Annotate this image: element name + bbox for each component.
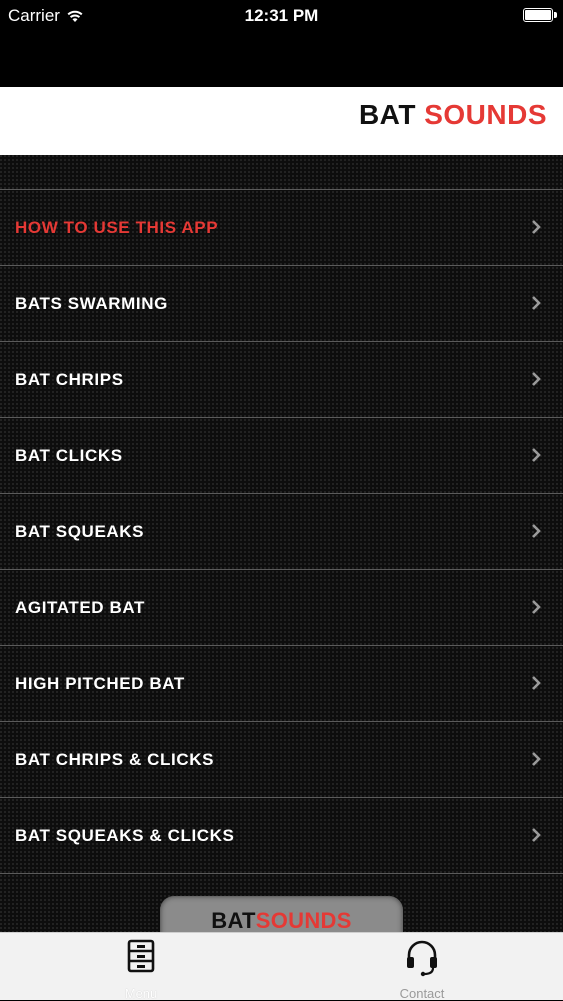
sound-menu-list: HOW TO USE THIS APP BATS SWARMING BAT CH… bbox=[0, 155, 563, 932]
chevron-right-icon bbox=[532, 220, 541, 234]
menu-item-label: AGITATED BAT bbox=[15, 598, 145, 617]
chevron-right-icon bbox=[532, 752, 541, 766]
tab-menu-label: Menu bbox=[124, 986, 158, 1001]
menu-item-label: BATS SWARMING bbox=[15, 294, 168, 313]
app-logo-text: BATSOUNDS bbox=[160, 908, 403, 934]
app-header: BAT SOUNDS bbox=[0, 87, 563, 155]
menu-item-label: BAT CHRIPS & CLICKS bbox=[15, 750, 215, 769]
menu-item-bat-chrips[interactable]: BAT CHRIPS bbox=[0, 342, 563, 418]
tab-menu[interactable]: Menu bbox=[61, 933, 221, 1001]
menu-item-label: HOW TO USE THIS APP bbox=[15, 218, 219, 237]
chevron-right-icon bbox=[532, 524, 541, 538]
menu-item-label: BAT SQUEAKS & CLICKS bbox=[15, 826, 235, 845]
tab-contact-label: Contact bbox=[399, 986, 445, 1001]
app-logo-part1: BAT bbox=[211, 908, 256, 933]
menu-item-high-pitched-bat[interactable]: HIGH PITCHED BAT bbox=[0, 646, 563, 722]
tab-bar: Menu Contact bbox=[0, 932, 563, 1001]
menu-item-label: BAT SQUEAKS bbox=[15, 522, 145, 541]
menu-item-bat-squeaks[interactable]: BAT SQUEAKS bbox=[0, 494, 563, 570]
app-title: BAT SOUNDS bbox=[359, 99, 547, 131]
battery-icon bbox=[523, 8, 557, 22]
app-title-part1: BAT bbox=[358, 99, 416, 130]
menu-item-label: BAT CLICKS bbox=[15, 446, 123, 465]
chevron-right-icon bbox=[532, 448, 541, 462]
app-logo-part2: SOUNDS bbox=[255, 908, 352, 933]
menu-item-bat-squeaks-clicks[interactable]: BAT SQUEAKS & CLICKS bbox=[0, 798, 563, 874]
menu-item-bat-clicks[interactable]: BAT CLICKS bbox=[0, 418, 563, 494]
menu-item-bat-chrips-clicks[interactable]: BAT CHRIPS & CLICKS bbox=[0, 722, 563, 798]
menu-item-how-to-use[interactable]: HOW TO USE THIS APP bbox=[0, 190, 563, 266]
menu-item-label: BAT CHRIPS bbox=[15, 370, 124, 389]
chevron-right-icon bbox=[532, 372, 541, 386]
battery-level bbox=[525, 10, 551, 20]
menu-item-agitated-bat[interactable]: AGITATED BAT bbox=[0, 570, 563, 646]
status-time: 12:31 PM bbox=[244, 6, 319, 25]
chevron-right-icon bbox=[532, 600, 541, 614]
menu-item-label: HIGH PITCHED BAT bbox=[15, 674, 185, 693]
app-title-part2: SOUNDS bbox=[424, 99, 547, 130]
chevron-right-icon bbox=[532, 296, 541, 310]
chevron-right-icon bbox=[532, 676, 541, 690]
menu-item-bats-swarming[interactable]: BATS SWARMING bbox=[0, 266, 563, 342]
headset-icon bbox=[407, 940, 437, 977]
status-bar: Carrier 12:31 PM bbox=[0, 0, 563, 87]
filing-cabinet-icon bbox=[127, 939, 155, 973]
tab-contact[interactable]: Contact bbox=[342, 933, 502, 1001]
chevron-right-icon bbox=[532, 828, 541, 842]
